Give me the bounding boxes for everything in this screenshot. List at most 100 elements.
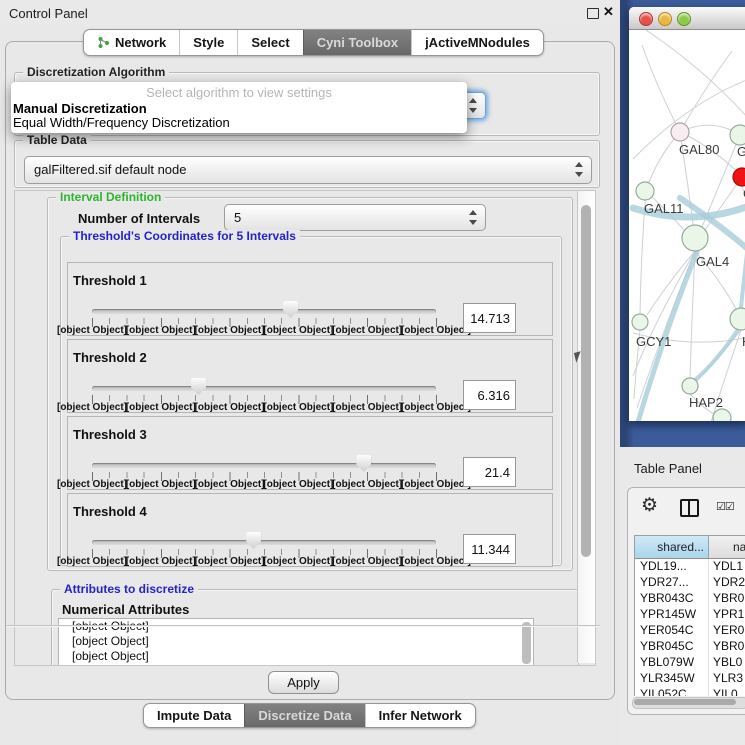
slider-tick-label: [object Object] [263, 479, 333, 490]
gear-icon[interactable]: ⚙ [641, 494, 658, 517]
cell-shared-name: YPR145W [635, 607, 709, 623]
group-title: Discretization Algorithm [23, 66, 169, 79]
tab[interactable]: jActiveMNodules [411, 30, 543, 55]
settings-scrollpane: Interval Definition Number of Intervals … [14, 190, 596, 666]
list-item[interactable]: [object Object] [59, 634, 533, 649]
table-row[interactable]: YPR145W YPR1 [635, 607, 745, 623]
horizontal-scrollbar[interactable] [632, 697, 745, 709]
tab[interactable]: Select [237, 30, 302, 55]
cell-name: YBL0 [709, 655, 745, 671]
network-view-window: GAL80GACGAL11GAL4GCY1HHAP2 [629, 7, 745, 421]
node-label: GAL80 [679, 142, 719, 157]
network-node[interactable] [730, 125, 745, 145]
slider-thumb[interactable] [246, 532, 261, 549]
slider-tick-label: [object Object] [57, 479, 127, 490]
threshold-value-field[interactable] [463, 457, 516, 487]
slider-track[interactable] [92, 309, 436, 314]
stepper-arrows-icon [468, 209, 478, 226]
network-window-titlebar[interactable] [629, 7, 745, 30]
table-row[interactable]: YBL079W YBL0 [635, 655, 745, 671]
table-row[interactable]: YBR043C YBR0 [635, 591, 745, 607]
slider-tick-label: [object Object] [332, 325, 402, 336]
slider-tick-label: [object Object] [401, 479, 471, 490]
table-row[interactable]: YBR045C YBR0 [635, 639, 745, 655]
tab[interactable]: Discretize Data [244, 704, 364, 727]
list-item[interactable]: [object Object] [59, 649, 533, 664]
table-row[interactable]: YDR27... YDR2 [635, 575, 745, 591]
tab-label: Discretize Data [258, 708, 351, 723]
tab-label: jActiveMNodules [425, 35, 530, 50]
scrollbar-thumb[interactable] [581, 205, 591, 557]
threshold-value-field[interactable] [463, 303, 516, 333]
tab[interactable]: Network [84, 30, 179, 55]
slider-tick-label: [object Object] [332, 402, 402, 413]
thresholds-group: Threshold's Coordinates for 5 Intervals … [60, 236, 562, 566]
zoom-traffic-light-icon[interactable] [677, 12, 691, 26]
number-of-intervals-combobox[interactable]: 5 [224, 204, 486, 231]
table-row[interactable]: YLR345W YLR3 [635, 671, 745, 687]
threshold-panel: Threshold 4 [object Object] [object Obje… [67, 493, 553, 567]
dropdown-option[interactable]: Manual Discretization [11, 102, 467, 116]
cell-name: YBR0 [709, 639, 745, 655]
stepper-arrows-icon [468, 97, 478, 114]
slider-track[interactable] [92, 463, 436, 468]
network-node[interactable] [682, 378, 698, 394]
tab[interactable]: Impute Data [144, 704, 244, 727]
network-node[interactable] [636, 182, 654, 200]
combobox-value: galFiltered.sif default node [34, 162, 186, 177]
threshold-value-field[interactable] [463, 534, 516, 564]
slider-track[interactable] [92, 540, 436, 545]
tab[interactable]: Style [179, 30, 237, 55]
slider-thumb[interactable] [283, 301, 298, 318]
network-node[interactable] [682, 225, 708, 251]
interval-definition-group: Interval Definition Number of Intervals … [47, 197, 573, 571]
tab[interactable]: Cyni Toolbox [303, 30, 411, 55]
minimize-traffic-light-icon[interactable] [658, 12, 672, 26]
cell-name: YBR0 [709, 591, 745, 607]
attributes-group: Attributes to discretize Numerical Attri… [51, 589, 579, 666]
network-node[interactable] [733, 168, 745, 186]
table-row[interactable]: YDL19... YDL1 [635, 559, 745, 575]
group-title: Table Data [23, 134, 91, 147]
threshold-label: Threshold 1 [73, 273, 147, 288]
close-icon[interactable]: ✕ [603, 4, 614, 20]
node-table: shared... na YDL19... YDL1 YDR27... YDR2 [634, 535, 745, 696]
vertical-scrollbar[interactable] [577, 191, 595, 663]
apply-button[interactable]: Apply [268, 671, 339, 694]
split-view-icon[interactable] [680, 499, 699, 517]
cell-shared-name: YLR345W [635, 671, 709, 687]
column-header-name[interactable]: na [709, 536, 745, 558]
table-row[interactable]: YIL052C YIL0 [635, 687, 745, 696]
slider-thumb[interactable] [356, 455, 371, 472]
network-canvas[interactable]: GAL80GACGAL11GAL4GCY1HHAP2 [629, 30, 745, 421]
separator [6, 625, 600, 627]
node-label: GAL11 [644, 201, 684, 216]
cell-name: YDL1 [709, 559, 745, 575]
dropdown-option[interactable]: Equal Width/Frequency Discretization [11, 116, 467, 130]
threshold-value-field[interactable] [463, 380, 516, 410]
column-header-shared-name[interactable]: shared... [635, 536, 709, 558]
checkboxes-icon[interactable]: ☑☑ [716, 500, 734, 513]
table-data-combobox[interactable]: galFiltered.sif default node [24, 156, 592, 184]
network-node[interactable] [730, 308, 745, 330]
slider-track[interactable] [92, 386, 436, 391]
slider-thumb[interactable] [191, 378, 206, 395]
close-traffic-light-icon[interactable] [639, 12, 653, 26]
scrollbar-thumb[interactable] [634, 699, 736, 705]
network-node[interactable] [632, 314, 648, 330]
tab-label: Cyni Toolbox [317, 35, 398, 50]
table-panel-title: Table Panel [634, 461, 702, 476]
tab[interactable]: Infer Network [365, 704, 475, 727]
dropdown-hint: Select algorithm to view settings [11, 82, 467, 102]
slider-tick-label: [object Object] [263, 325, 333, 336]
slider-tick-label: [object Object] [57, 325, 127, 336]
list-scrollbar[interactable] [522, 622, 531, 664]
network-node[interactable] [671, 123, 689, 141]
slider-tick-labels: [object Object] [object Object] [object … [92, 479, 436, 490]
slider-tick-labels: [object Object] [object Object] [object … [92, 402, 436, 413]
float-window-icon[interactable] [587, 8, 599, 19]
slider-tick-label: [object Object] [126, 325, 196, 336]
desktop-background: GAL80GACGAL11GAL4GCY1HHAP2 [620, 0, 745, 447]
table-row[interactable]: YER054C YER0 [635, 623, 745, 639]
network-node[interactable] [713, 409, 731, 421]
